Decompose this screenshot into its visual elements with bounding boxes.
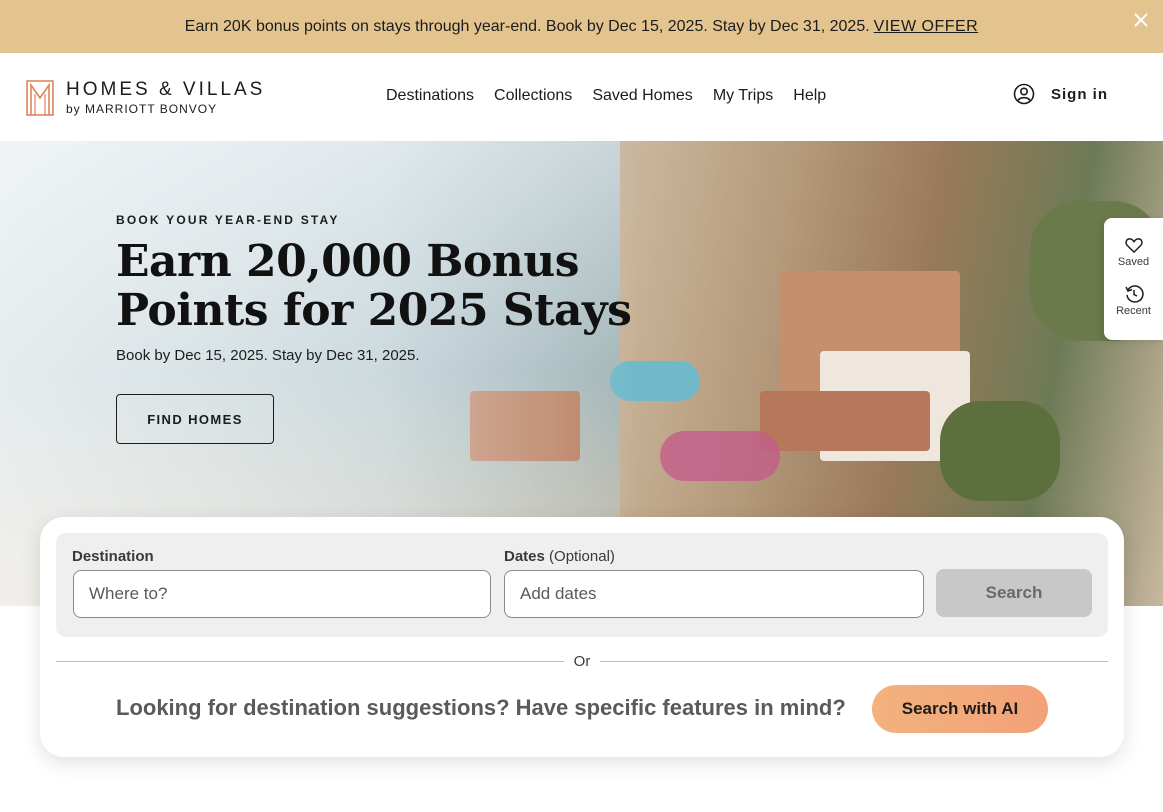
hero-garden-shape	[940, 401, 1060, 501]
nav-collections[interactable]: Collections	[494, 87, 572, 105]
search-with-ai-button[interactable]: Search with AI	[872, 685, 1048, 733]
user-icon[interactable]	[1013, 83, 1035, 105]
hero-eyebrow: BOOK YOUR YEAR-END STAY	[116, 213, 340, 227]
or-divider: Or	[56, 651, 1109, 671]
nav-saved-homes[interactable]: Saved Homes	[592, 87, 693, 105]
nav-help[interactable]: Help	[793, 87, 826, 105]
nav-destinations[interactable]: Destinations	[386, 87, 474, 105]
side-saved-label: Saved	[1117, 256, 1150, 268]
site-header: HOMES & VILLAS by MARRIOTT BONVOY Destin…	[0, 53, 1163, 141]
divider-line	[600, 660, 1109, 662]
hero-villa-shape	[760, 391, 930, 451]
promo-banner: Earn 20K bonus points on stays through y…	[0, 0, 1163, 53]
or-text: Or	[573, 652, 591, 670]
nav-my-trips[interactable]: My Trips	[713, 87, 773, 105]
hero-flowers-shape	[660, 431, 780, 481]
search-form: Destination Dates (Optional) Search	[56, 533, 1108, 637]
promo-text: Earn 20K bonus points on stays through y…	[184, 17, 870, 35]
side-saved[interactable]: Saved	[1104, 218, 1163, 268]
divider-line	[56, 660, 564, 662]
ai-prompt-text: Looking for destination suggestions? Hav…	[116, 695, 846, 720]
search-button[interactable]: Search	[936, 569, 1092, 617]
dates-input[interactable]	[504, 570, 924, 618]
hero-headline-line1: Earn 20,000 Bonus	[116, 236, 580, 287]
logo-title: HOMES & VILLAS	[66, 79, 266, 100]
find-homes-button[interactable]: FIND HOMES	[116, 394, 274, 444]
close-icon[interactable]	[1131, 10, 1151, 30]
brand-logo[interactable]: HOMES & VILLAS by MARRIOTT BONVOY	[26, 80, 265, 116]
dates-label-text: Dates	[504, 548, 545, 565]
dates-optional-text: (Optional)	[549, 548, 615, 565]
hero-subtext: Book by Dec 15, 2025. Stay by Dec 31, 20…	[116, 347, 420, 364]
side-panel: Saved Recent	[1104, 218, 1163, 340]
side-recent[interactable]: Recent	[1104, 268, 1163, 318]
search-card: Destination Dates (Optional) Search Or L…	[40, 517, 1124, 757]
logo-mark-icon	[26, 80, 54, 116]
destination-label: Destination	[72, 548, 154, 565]
account-area[interactable]: Sign in	[1013, 83, 1108, 105]
destination-input[interactable]	[73, 570, 491, 618]
dates-label: Dates (Optional)	[504, 548, 615, 565]
destination-label-text: Destination	[72, 548, 154, 565]
view-offer-link[interactable]: VIEW OFFER	[874, 18, 979, 36]
side-recent-label: Recent	[1116, 305, 1151, 317]
hero-content: BOOK YOUR YEAR-END STAY Earn 20,000 Bonu…	[116, 213, 636, 444]
hero-headline-line2: Points for 2025 Stays	[116, 285, 632, 336]
main-nav: Destinations Collections Saved Homes My …	[386, 87, 826, 105]
sign-in-link[interactable]: Sign in	[1051, 86, 1108, 103]
hero-headline: Earn 20,000 Bonus Points for 2025 Stays	[116, 237, 636, 335]
history-icon	[1124, 285, 1144, 303]
logo-subtitle: by MARRIOTT BONVOY	[66, 102, 218, 116]
heart-icon	[1124, 238, 1143, 254]
